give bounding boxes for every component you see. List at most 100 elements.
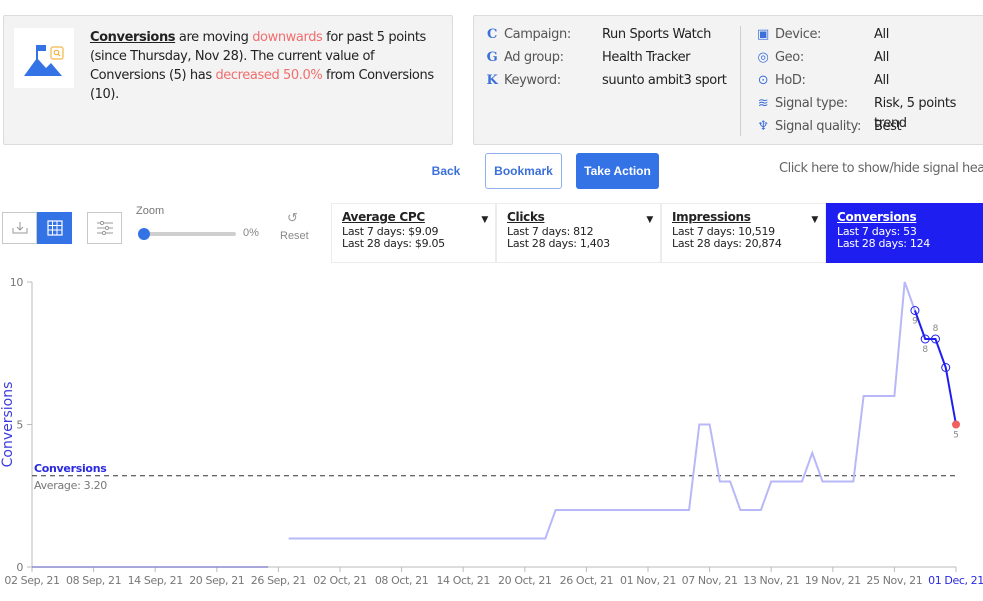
x-tick-label: 26 Sep, 21 (251, 574, 306, 587)
clock-play-icon: ⊙ (757, 73, 769, 88)
trophy-icon: ♆ (757, 119, 769, 134)
conversions-chart: 0 5 10 Conversions 02 Sep, 21 08 Sep, 21 14 Se… (0, 276, 983, 587)
average-value: Average: 3.20 (34, 479, 107, 492)
y-tick-label: 10 (10, 276, 24, 289)
zoom-slider-handle[interactable] (138, 228, 150, 240)
y-tick-label: 0 (16, 561, 23, 574)
signal-detail-panel: C Campaign: Run Sports Watch G Ad group: H… (473, 15, 983, 145)
zoom-slider[interactable] (144, 232, 236, 236)
campaign-icon: C (487, 27, 497, 42)
detail-keyword-value: suunto ambit3 sport (602, 73, 727, 88)
device-icon: ▣ (757, 27, 769, 42)
metric-card-clicks[interactable]: Clicks ▼ Last 7 days: 812 Last 28 days: … (496, 203, 661, 263)
trend-point-label: 9 (912, 317, 918, 327)
metric-title[interactable]: Impressions (672, 211, 815, 223)
detail-signal-type-value: Risk, 5 points trend (874, 96, 956, 131)
table-view-button[interactable] (37, 212, 72, 244)
x-tick-label: 25 Nov, 21 (866, 574, 922, 587)
detail-signal-type: ≋ Signal type: (755, 94, 848, 114)
x-tick-label: 19 Nov, 21 (805, 574, 861, 587)
detail-label: Signal type: (775, 96, 848, 111)
signal-summary-panel: Conversions are moving downwards for pas… (3, 15, 453, 145)
x-tick-label: 08 Sep, 21 (66, 574, 121, 587)
metric-title[interactable]: Clicks (507, 211, 650, 223)
keyword-icon: K (486, 73, 498, 88)
metric-card-average-cpc[interactable]: Average CPC ▼ Last 7 days: $9.09 Last 28… (331, 203, 496, 263)
chart-settings-button[interactable] (87, 212, 122, 244)
x-tick-label: 01 Nov, 21 (620, 574, 676, 587)
detail-divider (740, 26, 741, 136)
metric-last28: Last 28 days: 1,403 (507, 237, 610, 250)
detail-hod-value: All (874, 73, 889, 88)
x-tick-label: 07 Nov, 21 (682, 574, 738, 587)
reset-button[interactable]: Reset (280, 230, 309, 242)
x-tick-label: 14 Oct, 21 (436, 574, 490, 587)
x-tick-label: 08 Oct, 21 (375, 574, 429, 587)
metric-title[interactable]: Conversions (837, 211, 975, 223)
signal-change: decreased 50.0% (215, 68, 323, 83)
signal-direction: downwards (252, 30, 323, 45)
x-tick-label: 26 Oct, 21 (560, 574, 614, 587)
detail-label: Geo: (775, 50, 804, 65)
trend-point-label: 8 (933, 324, 939, 334)
download-icon (12, 222, 27, 234)
reset-icon[interactable]: ↺ (287, 210, 298, 226)
detail-label: Signal quality: (775, 119, 861, 134)
detail-device: ▣ Device: (755, 25, 821, 45)
x-tick-label: 02 Oct, 21 (313, 574, 367, 587)
zoom-label: Zoom (136, 205, 165, 217)
trend-point-label: 5 (953, 431, 959, 441)
detail-hod: ⊙ HoD: (755, 71, 806, 91)
trend-point-current (952, 420, 960, 429)
detail-campaign: C Campaign: (484, 25, 571, 45)
detail-ad-group: G Ad group: (484, 48, 564, 68)
back-button[interactable]: Back (420, 153, 472, 189)
metric-card-impressions[interactable]: Impressions ▼ Last 7 days: 10,519 Last 2… (661, 203, 826, 263)
detail-label: Ad group: (504, 50, 564, 65)
download-button[interactable] (2, 212, 37, 244)
grid-icon (46, 220, 63, 236)
detail-ad-group-value: Health Tracker (602, 50, 691, 65)
detail-label: Campaign: (504, 27, 571, 42)
metric-last28: Last 28 days: 20,874 (672, 237, 782, 250)
metric-title[interactable]: Average CPC (342, 211, 485, 223)
y-tick-label: 5 (16, 419, 23, 432)
detail-label: Device: (775, 27, 822, 42)
signal-description: Conversions are moving downwards for pas… (90, 28, 445, 104)
ad-group-icon: G (486, 50, 498, 65)
x-tick-label: 20 Sep, 21 (189, 574, 244, 587)
dropdown-arrow-icon[interactable]: ▼ (481, 214, 488, 226)
zoom-value: 0% (243, 227, 259, 239)
metric-last28: Last 28 days: 124 (837, 237, 930, 250)
dropdown-arrow-icon[interactable]: ▼ (646, 214, 653, 226)
x-tick-label: 20 Oct, 21 (498, 574, 552, 587)
geo-pin-icon: ◎ (757, 50, 769, 65)
detail-label: HoD: (775, 73, 806, 88)
detail-keyword: K Keyword: (484, 71, 562, 91)
detail-signal-quality-value: Best (874, 119, 902, 134)
flag-mountain-search-icon (14, 28, 74, 88)
take-action-button[interactable]: Take Action (576, 153, 659, 189)
average-label: Conversions (34, 462, 107, 475)
sliders-icon (96, 220, 113, 236)
detail-campaign-value: Run Sports Watch (602, 27, 711, 42)
signal-text-part: are moving (175, 30, 253, 45)
toggle-signal-header-link[interactable]: Click here to show/hide signal header (779, 161, 983, 176)
signal-wave-icon: ≋ (757, 96, 769, 111)
detail-geo: ◎ Geo: (755, 48, 805, 68)
history-line-segment (288, 281, 916, 540)
x-tick-label: 02 Sep, 21 (4, 574, 59, 587)
y-axis-title: Conversions (0, 382, 16, 468)
metric-last28: Last 28 days: $9.05 (342, 237, 445, 250)
signal-metric-link[interactable]: Conversions (90, 30, 176, 45)
bookmark-button[interactable]: Bookmark (485, 153, 562, 189)
metric-card-conversions[interactable]: Conversions Last 7 days: 53 Last 28 days… (826, 203, 983, 263)
trend-point-label: 8 (922, 345, 928, 355)
detail-label: Keyword: (504, 73, 561, 88)
detail-signal-quality: ♆ Signal quality: (755, 117, 861, 137)
x-tick-label: 13 Nov, 21 (743, 574, 799, 587)
dropdown-arrow-icon[interactable]: ▼ (811, 214, 818, 226)
x-tick-label: 01 Dec, 21 (928, 574, 983, 587)
detail-device-value: All (874, 27, 889, 42)
x-tick-label: 14 Sep, 21 (128, 574, 183, 587)
